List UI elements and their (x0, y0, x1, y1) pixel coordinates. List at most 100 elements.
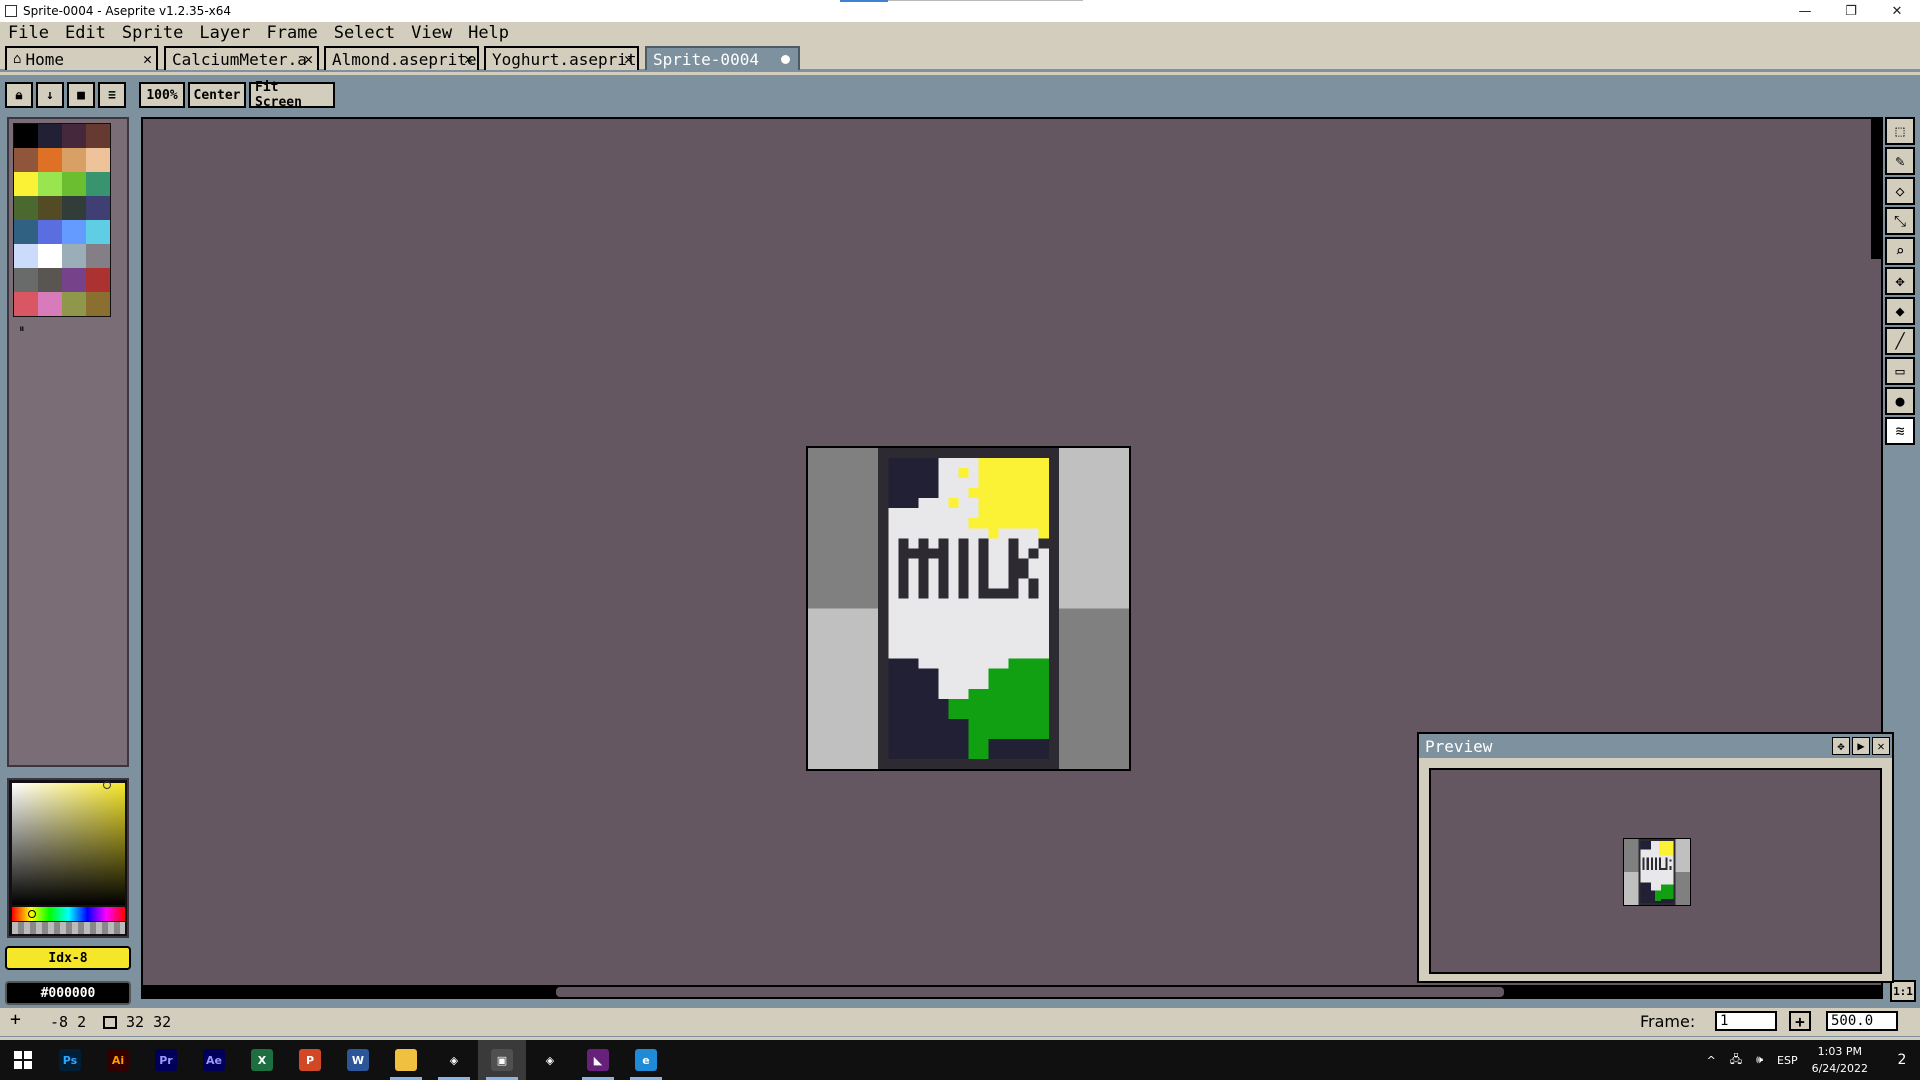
vertical-scrollbar[interactable] (1871, 119, 1881, 259)
close-tab-icon[interactable]: ✕ (464, 50, 473, 68)
palette-swatch[interactable] (38, 268, 62, 292)
zoom-input[interactable]: 500.0 (1826, 1011, 1898, 1031)
palette-swatch[interactable] (38, 244, 62, 268)
palette-swatch[interactable] (86, 268, 110, 292)
taskbar-photoshop[interactable]: Ps (46, 1040, 94, 1080)
tab-home[interactable]: ⌂ Home ✕ (5, 46, 158, 70)
center-preview-icon[interactable]: ✥ (1832, 737, 1850, 755)
square-icon[interactable]: ■ (67, 82, 95, 108)
palette-swatch[interactable] (62, 244, 86, 268)
taskbar-edge[interactable]: e (622, 1040, 670, 1080)
clock[interactable]: 1:03 PM 6/24/2022 (1812, 1043, 1868, 1077)
palette-swatch[interactable] (86, 124, 110, 148)
line-icon[interactable]: ╱ (1885, 327, 1915, 355)
menu-view[interactable]: View (411, 23, 452, 43)
sprite-canvas[interactable] (806, 446, 1131, 771)
arrow-down-icon[interactable]: ↓ (36, 82, 64, 108)
palette-swatch[interactable] (14, 124, 38, 148)
start-button[interactable] (0, 1040, 46, 1080)
taskbar-excel[interactable]: X (238, 1040, 286, 1080)
palette-swatch[interactable] (86, 244, 110, 268)
close-window-icon[interactable]: ✕ (1874, 0, 1920, 22)
tab-almond[interactable]: Almond.aseprite ✕ (324, 46, 479, 70)
hamburger-icon[interactable]: ≡ (98, 82, 126, 108)
palette-swatch[interactable] (38, 292, 62, 316)
taskbar-premiere[interactable]: Pr (142, 1040, 190, 1080)
rectangle-icon[interactable]: ▭ (1885, 357, 1915, 385)
taskbar-illustrator[interactable]: Ai (94, 1040, 142, 1080)
palette-swatch[interactable] (14, 244, 38, 268)
notification-icon[interactable]: 2 (1884, 1040, 1920, 1080)
menu-sprite[interactable]: Sprite (122, 23, 183, 43)
close-tab-icon[interactable]: ✕ (304, 50, 313, 68)
preview-canvas[interactable] (1429, 768, 1882, 974)
palette-swatch[interactable] (62, 292, 86, 316)
center-button[interactable]: Center (188, 82, 246, 108)
palette-swatch[interactable] (62, 268, 86, 292)
taskbar-aseprite[interactable]: ▣ (478, 1040, 526, 1080)
marquee-icon[interactable]: ⬚ (1885, 117, 1915, 145)
palette-swatch[interactable] (14, 148, 38, 172)
add-frame-icon[interactable]: + (1789, 1011, 1811, 1031)
palette-swatch[interactable] (86, 220, 110, 244)
taskbar-after-effects[interactable]: Ae (190, 1040, 238, 1080)
palette-swatch[interactable] (38, 220, 62, 244)
horizontal-scrollbar[interactable] (143, 985, 1881, 997)
contour-icon[interactable]: ● (1885, 387, 1915, 415)
preview-title-bar[interactable]: Preview ✥ ▶ ✕ (1419, 734, 1892, 758)
palette-swatch[interactable] (38, 148, 62, 172)
tray-chevron-icon[interactable]: ^ (1707, 1054, 1716, 1067)
alpha-slider[interactable] (12, 922, 125, 934)
background-color-button[interactable]: #000000 (5, 981, 131, 1005)
close-preview-icon[interactable]: ✕ (1872, 737, 1890, 755)
taskbar-word[interactable]: W (334, 1040, 382, 1080)
fill-icon[interactable]: ◆ (1885, 297, 1915, 325)
palette-swatch[interactable] (38, 196, 62, 220)
volume-icon[interactable]: 🕪 (1756, 1053, 1763, 1067)
zoom-100-button[interactable]: 100% (139, 82, 185, 108)
palette-swatch[interactable] (86, 196, 110, 220)
palette-swatch[interactable] (62, 220, 86, 244)
palette-swatch[interactable] (86, 172, 110, 196)
palette-swatch[interactable] (62, 196, 86, 220)
palette-swatch[interactable] (14, 268, 38, 292)
taskbar-powerpoint[interactable]: P (286, 1040, 334, 1080)
palette-swatch[interactable] (14, 292, 38, 316)
taskbar-file-explorer[interactable] (382, 1040, 430, 1080)
palette-resize-handle[interactable]: ⏸ (19, 322, 25, 336)
taskbar-unity-hub[interactable]: ◈ (526, 1040, 574, 1080)
eyedropper-icon[interactable]: ⤡ (1885, 207, 1915, 235)
menu-frame[interactable]: Frame (267, 23, 318, 43)
foreground-color-button[interactable]: Idx-8 (5, 946, 131, 970)
eraser-icon[interactable]: ◇ (1885, 177, 1915, 205)
taskbar-visual-studio[interactable]: ◣ (574, 1040, 622, 1080)
saturation-value-area[interactable] (12, 781, 125, 905)
menu-help[interactable]: Help (468, 23, 509, 43)
one-to-one-button[interactable]: 1:1 (1890, 980, 1916, 1002)
palette-swatch[interactable] (14, 172, 38, 196)
palette-swatch[interactable] (62, 124, 86, 148)
tab-sprite-0004[interactable]: Sprite-0004 (645, 46, 800, 70)
close-tab-icon[interactable]: ✕ (143, 50, 152, 68)
menu-file[interactable]: File (8, 23, 49, 43)
palette-swatch[interactable] (38, 124, 62, 148)
palette-swatch[interactable] (62, 172, 86, 196)
pencil-icon[interactable]: ✎ (1885, 147, 1915, 175)
palette-swatch[interactable] (86, 148, 110, 172)
palette-swatch[interactable] (14, 196, 38, 220)
frame-input[interactable]: 1 (1715, 1011, 1777, 1031)
menu-select[interactable]: Select (334, 23, 395, 43)
blur-icon[interactable]: ≋ (1885, 417, 1915, 445)
language-indicator[interactable]: ESP (1777, 1054, 1798, 1067)
restore-icon[interactable]: ❐ (1828, 0, 1874, 22)
horizontal-scroll-thumb[interactable] (556, 987, 1504, 997)
sv-knob[interactable] (103, 781, 111, 789)
minimize-icon[interactable]: — (1782, 0, 1828, 22)
close-tab-icon[interactable]: ✕ (624, 50, 633, 68)
palette-swatch[interactable] (86, 292, 110, 316)
palette-swatch[interactable] (14, 220, 38, 244)
taskbar-unity[interactable]: ◈ (430, 1040, 478, 1080)
network-icon[interactable]: 🖧 (1730, 1051, 1742, 1070)
hue-knob[interactable] (28, 910, 36, 918)
move-icon[interactable]: ✥ (1885, 267, 1915, 295)
